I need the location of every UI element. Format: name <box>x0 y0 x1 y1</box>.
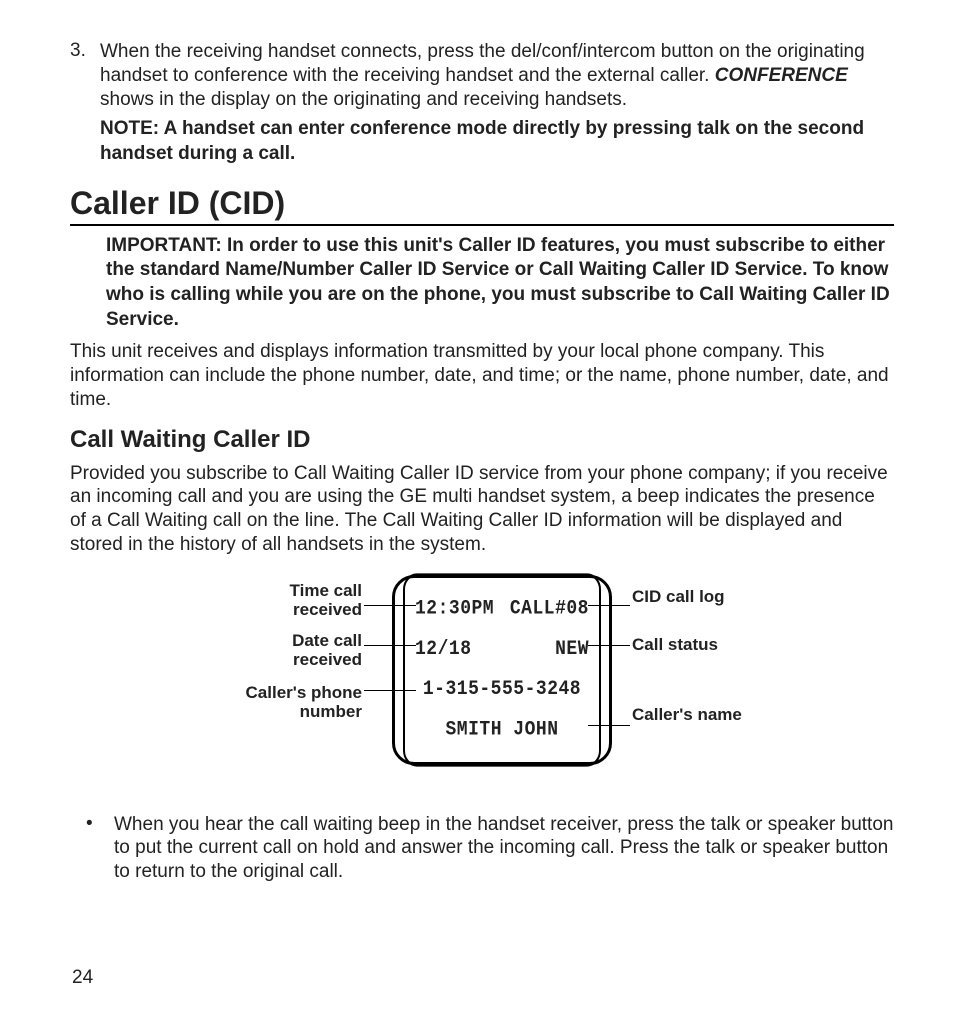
lcd-phone: 1-315-555-3248 <box>423 678 581 701</box>
lcd-call-log: CALL#08 <box>510 598 589 621</box>
lcd-diagram: Time call received Date call received Ca… <box>132 575 832 795</box>
label-date-received: Date call received <box>242 631 362 670</box>
important-note: IMPORTANT: In order to use this unit's C… <box>106 234 894 333</box>
cid-body: This unit receives and displays informat… <box>70 340 894 411</box>
heading-caller-id: Caller ID (CID) <box>70 185 894 226</box>
page-number: 24 <box>72 967 93 989</box>
bullet-marker: • <box>86 813 114 884</box>
lcd-row-4: SMITH JOHN <box>415 719 589 742</box>
heading-call-waiting: Call Waiting Caller ID <box>70 426 894 454</box>
lcd-row-1: 12:30PM CALL#08 <box>415 598 589 621</box>
step-note: NOTE: A handset can enter conference mod… <box>100 117 894 166</box>
lcd-name: SMITH JOHN <box>445 719 558 742</box>
label-caller-phone: Caller's phone number <box>242 683 362 722</box>
cw-body: Provided you subscribe to Call Waiting C… <box>70 462 894 557</box>
label-call-status: Call status <box>632 635 752 655</box>
conference-word: CONFERENCE <box>715 65 848 86</box>
label-time-received: Time call received <box>242 581 362 620</box>
lcd-row-3: 1-315-555-3248 <box>415 678 589 701</box>
step-text-after: shows in the display on the originating … <box>100 89 627 110</box>
lcd-inner: 12:30PM CALL#08 12/18 NEW 1-315-555-3248… <box>403 573 601 766</box>
lcd-time: 12:30PM <box>415 598 494 621</box>
lcd-date: 12/18 <box>415 638 472 661</box>
step-body: When the receiving handset connects, pre… <box>100 40 894 167</box>
step-number: 3. <box>70 40 100 167</box>
lcd-status: NEW <box>555 638 589 661</box>
label-caller-name: Caller's name <box>632 705 752 725</box>
bullet-call-waiting: • When you hear the call waiting beep in… <box>86 813 894 884</box>
lcd-screen: 12:30PM CALL#08 12/18 NEW 1-315-555-3248… <box>392 575 612 765</box>
step-3: 3. When the receiving handset connects, … <box>70 40 894 167</box>
lcd-row-2: 12/18 NEW <box>415 638 589 661</box>
manual-page: 3. When the receiving handset connects, … <box>0 0 954 1025</box>
bullet-text: When you hear the call waiting beep in t… <box>114 813 894 884</box>
label-cid-log: CID call log <box>632 587 752 607</box>
